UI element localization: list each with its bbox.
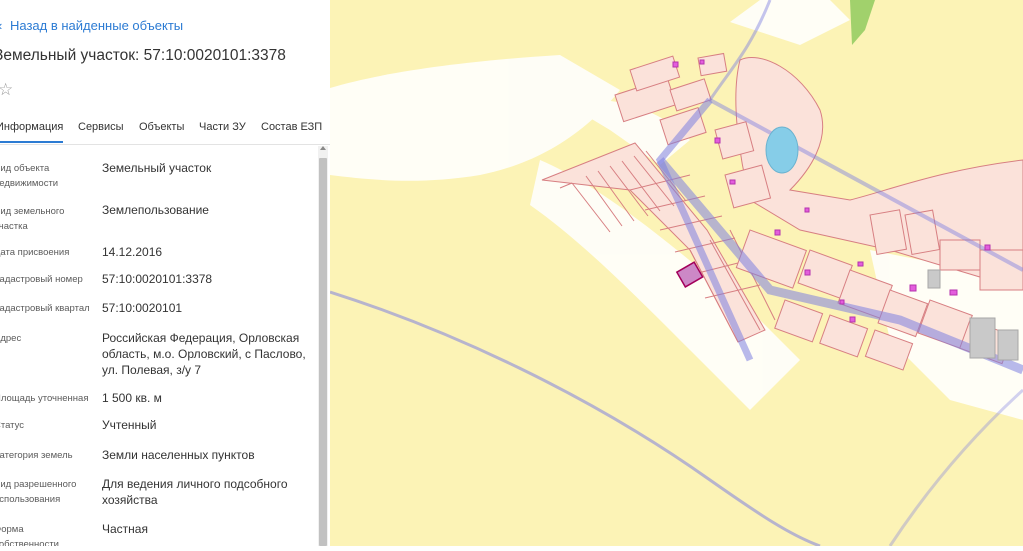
- field-label: Вид разрешенного использования: [0, 479, 77, 505]
- tab-services[interactable]: Сервисы: [78, 121, 124, 141]
- tab-ezp-composition[interactable]: Состав ЕЗП: [261, 121, 322, 141]
- page-title: Земельный участок: 57:10:0020101:3378: [0, 47, 286, 64]
- field-value: Земли населенных пунктов: [102, 448, 255, 462]
- field-value: Земельный участок: [102, 161, 212, 175]
- field-label: Адрес: [0, 333, 22, 344]
- chevron-left-icon: ‹: [0, 18, 10, 33]
- field-value: Российская Федерация, Орловская область,…: [102, 331, 306, 377]
- cadastral-map[interactable]: [329, 0, 1023, 548]
- star-icon[interactable]: ☆: [0, 80, 13, 100]
- tab-parcel-parts[interactable]: Части ЗУ: [199, 121, 246, 141]
- back-link-label: Назад в найденные объекты: [10, 18, 184, 33]
- field-label: Вид земельного участка: [0, 206, 65, 232]
- field-label: Форма собственности: [0, 524, 59, 546]
- pond: [765, 126, 799, 174]
- field-value: Учтенный: [102, 418, 157, 432]
- map-canvas[interactable]: [329, 0, 1023, 548]
- field-label: Категория земель: [0, 450, 73, 461]
- field-label: Кадастровый квартал: [0, 303, 90, 314]
- scrollbar-thumb[interactable]: [319, 158, 327, 546]
- tab-objects[interactable]: Объекты: [139, 121, 184, 141]
- field-label: Дата присвоения: [0, 247, 70, 258]
- back-to-results-link[interactable]: ‹Назад в найденные объекты: [0, 18, 183, 33]
- panel-scrollbar[interactable]: [318, 146, 328, 546]
- field-label: Площадь уточненная: [0, 393, 89, 404]
- tab-bar: Информация Сервисы Объекты Части ЗУ Сост…: [0, 114, 330, 145]
- field-value: Частная: [102, 522, 148, 536]
- field-label: Кадастровый номер: [0, 274, 83, 285]
- field-label: Статус: [0, 420, 25, 431]
- field-value: Для ведения личного подсобного хозяйства: [102, 477, 288, 507]
- field-value: Землепользование: [102, 203, 209, 217]
- field-value: 57:10:0020101:3378: [102, 272, 213, 286]
- info-panel: ‹Назад в найденные объекты Земельный уча…: [0, 0, 331, 546]
- field-label: Вид объекта недвижимости: [0, 163, 59, 189]
- tab-information[interactable]: Информация: [0, 121, 64, 143]
- scroll-up-arrow-icon[interactable]: [320, 146, 326, 150]
- field-value: 1 500 кв. м: [102, 391, 162, 405]
- field-value: 57:10:0020101: [102, 301, 183, 315]
- field-value: 14.12.2016: [102, 245, 163, 259]
